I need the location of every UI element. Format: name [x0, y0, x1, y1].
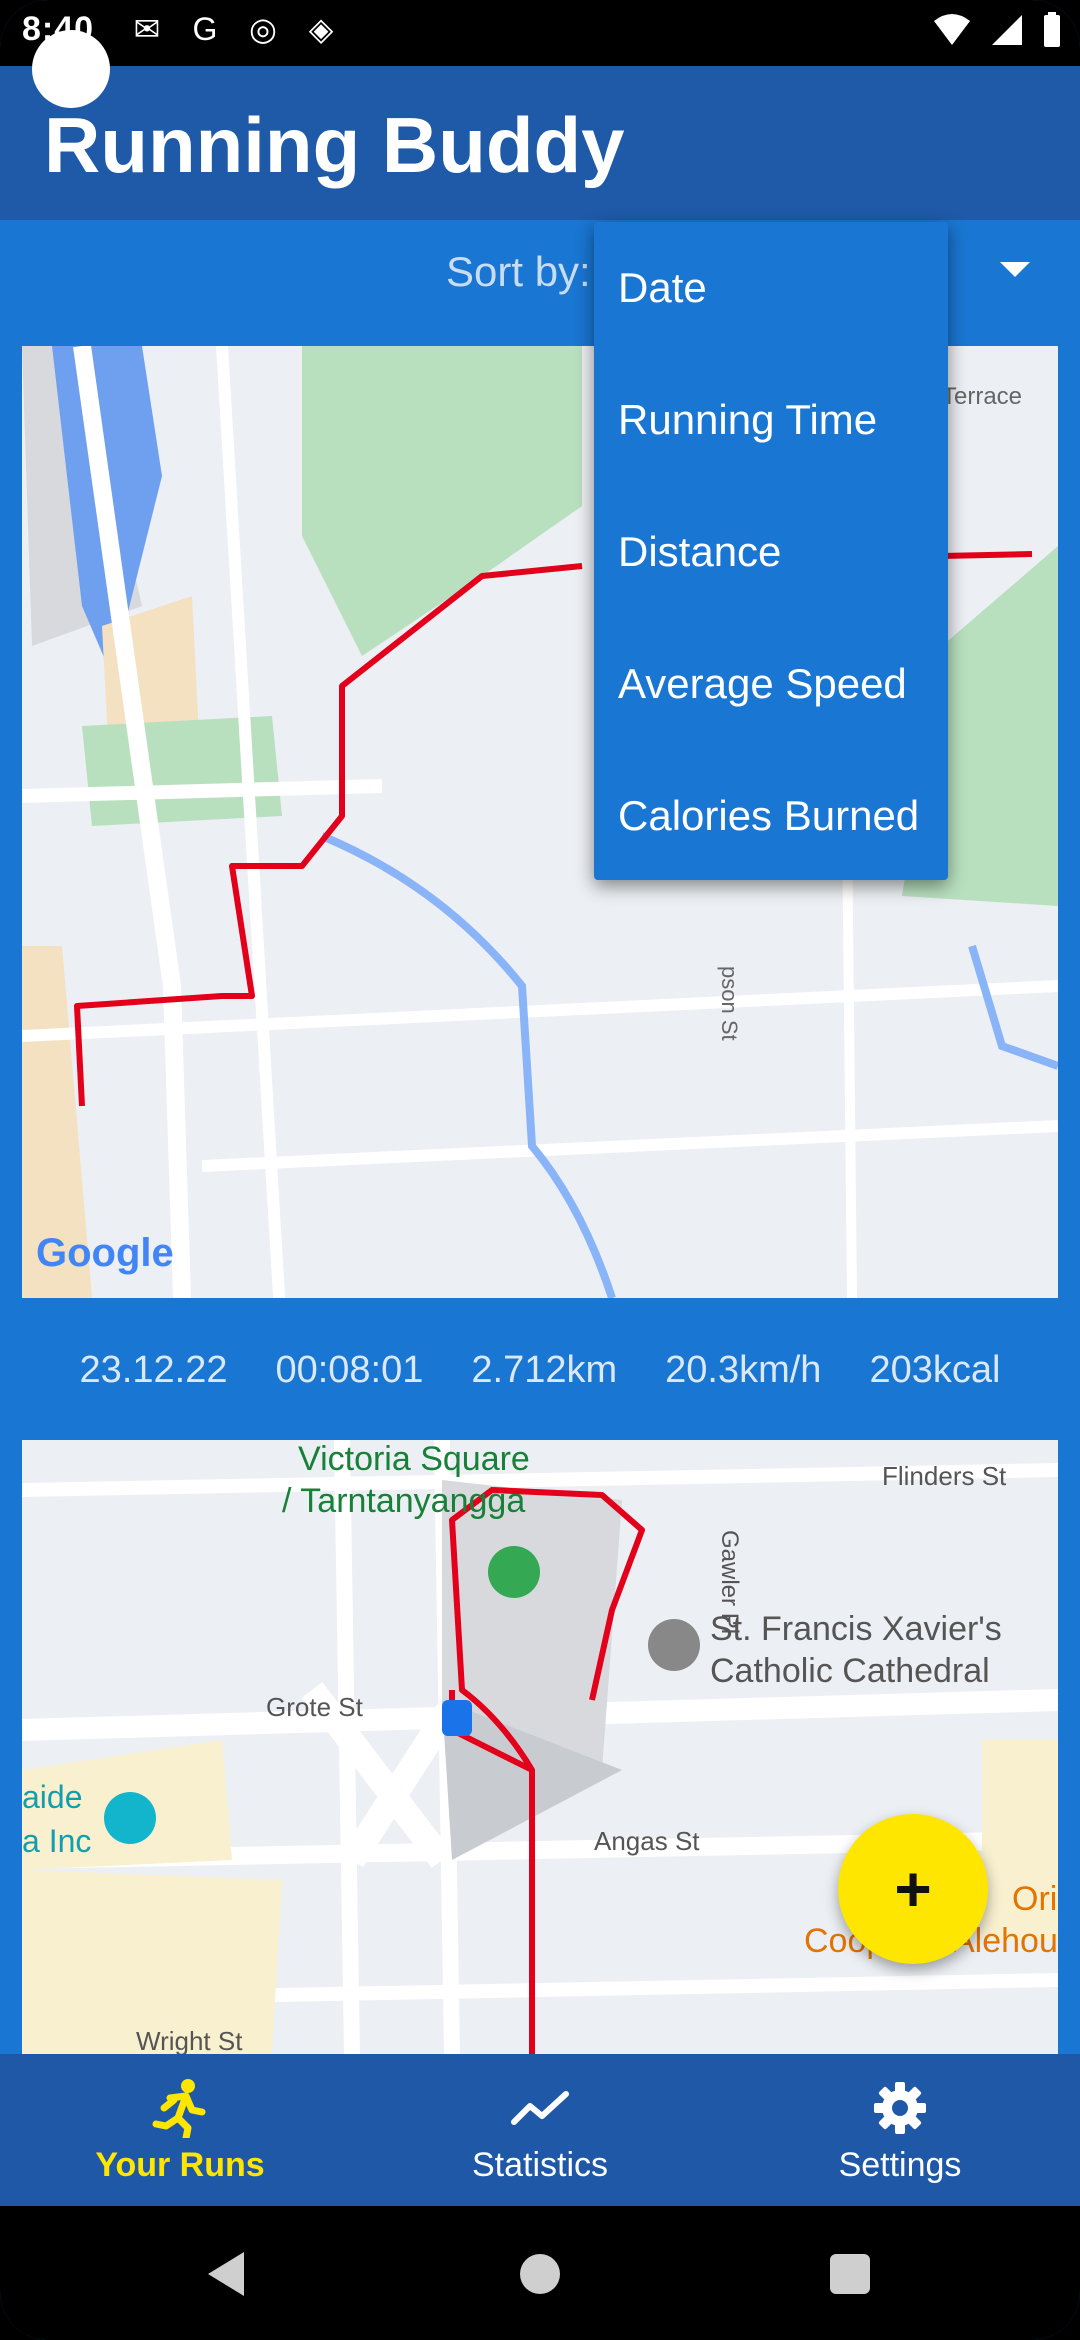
status-bar: 8:40 ✉ G ◎ ◈ — [0, 0, 1080, 66]
sort-option-date[interactable]: Date — [594, 222, 948, 354]
system-navigation-bar — [0, 2206, 1080, 2340]
nav-label-statistics: Statistics — [471, 2145, 609, 2184]
nav-item-your-runs[interactable]: Your Runs — [0, 2054, 360, 2206]
back-icon[interactable] — [208, 2252, 244, 2296]
run-date: 23.12.22 — [79, 1348, 228, 1391]
nav-label-your-runs: Your Runs — [95, 2145, 265, 2184]
run-speed: 20.3km/h — [665, 1348, 822, 1391]
map2-street-angas: Angas St — [594, 1826, 700, 1856]
sort-option-average-speed[interactable]: Average Speed — [594, 618, 948, 750]
camera-cutout — [32, 30, 110, 108]
bottom-navigation: Your Runs Statistics Settings — [0, 2054, 1080, 2206]
map2-street-wright: Wright St — [136, 2026, 243, 2054]
sort-dropdown-menu: Date Running Time Distance Average Speed… — [594, 222, 948, 880]
app-title: Running Buddy — [44, 101, 625, 189]
plus-icon: + — [894, 1853, 932, 1925]
map2-street-flinders: Flinders St — [882, 1461, 1007, 1491]
home-icon[interactable] — [520, 2254, 560, 2294]
vpn-icon: ◎ — [249, 11, 277, 47]
gear-icon — [868, 2076, 932, 2140]
runner-icon — [148, 2076, 212, 2140]
run-time: 00:08:01 — [275, 1348, 424, 1391]
map2-poi-cathedral: St. Francis Xavier's — [710, 1610, 1002, 1648]
run-stats-1[interactable]: 23.12.22 00:08:01 2.712km 20.3km/h 203kc… — [0, 1300, 1080, 1440]
run-calories: 203kcal — [869, 1348, 1001, 1391]
run-distance: 2.712km — [471, 1348, 618, 1391]
google-logo: Google — [36, 1231, 174, 1275]
system-status-icons — [932, 12, 1062, 48]
recents-icon[interactable] — [830, 2254, 870, 2294]
notification-icons: ✉ G ◎ ◈ — [128, 10, 340, 48]
nav-label-settings: Settings — [838, 2145, 962, 2184]
chart-line-icon — [508, 2076, 572, 2140]
sort-option-calories-burned[interactable]: Calories Burned — [594, 750, 948, 882]
nav-item-settings[interactable]: Settings — [720, 2054, 1080, 2206]
map1-street-label-2: pson St — [717, 966, 742, 1041]
map1-street-label: Terrace — [942, 383, 1022, 410]
map2-poi-victoria-square: Victoria Square — [298, 1440, 530, 1478]
add-run-button[interactable]: + — [838, 1814, 988, 1964]
map2-street-grote: Grote St — [266, 1692, 364, 1722]
sort-option-distance[interactable]: Distance — [594, 486, 948, 618]
sort-option-running-time[interactable]: Running Time — [594, 354, 948, 486]
map2-street-gawler: Gawler Pl — [716, 1530, 743, 1634]
map2-poi-4a: Origi — [1012, 1880, 1058, 1918]
map2-poi-3a: aide — [22, 1779, 83, 1815]
app-screen: 8:40 ✉ G ◎ ◈ Running Buddy Sort by: Terr… — [0, 0, 1080, 2340]
map2-poi-cathedral-2: Catholic Cathedral — [710, 1652, 990, 1690]
map2-poi-3b: a Inc — [22, 1823, 91, 1859]
google-icon: G — [192, 11, 218, 47]
gmail-icon: ✉ — [133, 11, 161, 47]
sort-label: Sort by: — [446, 248, 591, 295]
signal-icon — [992, 15, 1022, 45]
maps-icon: ◈ — [308, 11, 334, 47]
battery-icon — [1044, 12, 1060, 47]
dropdown-arrow-icon[interactable] — [1000, 262, 1030, 277]
app-bar: Running Buddy — [0, 66, 1080, 220]
map2-poi-tarntanyangga: / Tarntanyangga — [282, 1482, 525, 1520]
nav-item-statistics[interactable]: Statistics — [360, 2054, 720, 2206]
wifi-icon — [934, 14, 970, 45]
